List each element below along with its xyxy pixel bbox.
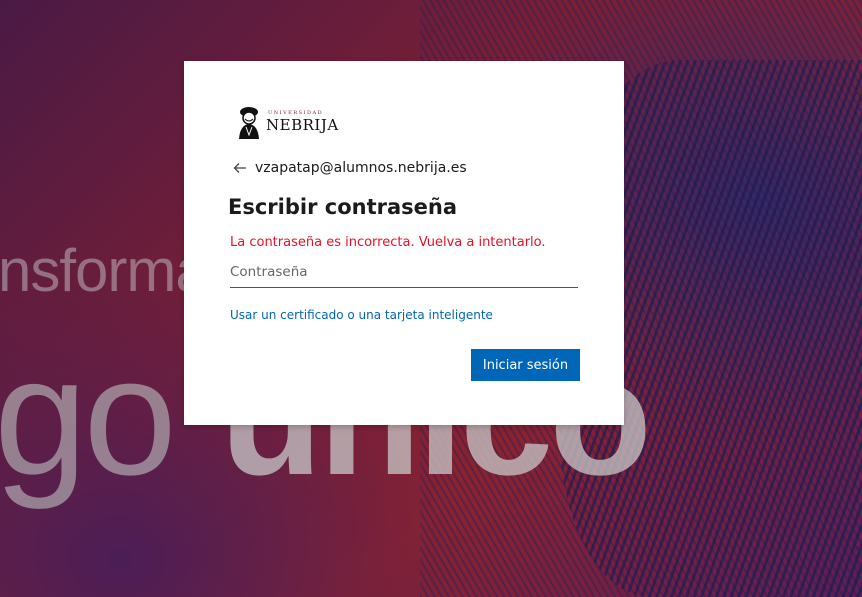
back-arrow-icon[interactable] [232, 160, 248, 176]
background-text-line2a: go [0, 322, 177, 510]
error-message: La contraseña es incorrecta. Vuelva a in… [230, 235, 546, 250]
identity-email: vzapatap@alumnos.nebrija.es [255, 160, 467, 176]
login-card: UNIVERSIDAD NEBRIJA vzapatap@alumnos.neb… [184, 61, 624, 425]
identity-row: vzapatap@alumnos.nebrija.es [232, 160, 467, 176]
certificate-link[interactable]: Usar un certificado o una tarjeta inteli… [230, 308, 493, 322]
logo-name: NEBRIJA [266, 116, 339, 134]
password-field[interactable] [230, 257, 578, 288]
sign-in-button[interactable]: Iniciar sesión [471, 349, 580, 381]
background-text-line1: nsforma [0, 237, 209, 304]
university-logo: UNIVERSIDAD NEBRIJA [236, 105, 356, 139]
nebrija-emblem-icon [239, 107, 259, 139]
page-title: Escribir contraseña [228, 195, 458, 219]
